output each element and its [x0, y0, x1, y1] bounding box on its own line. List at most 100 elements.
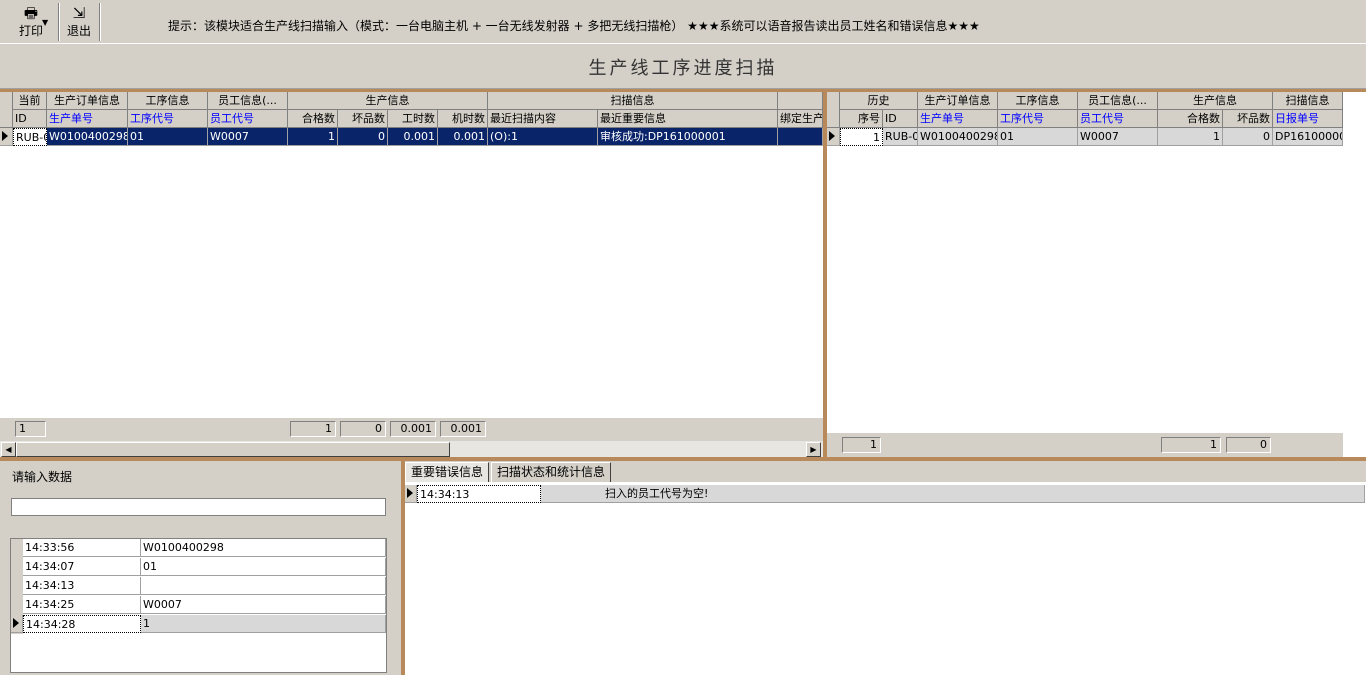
- table-cell[interactable]: 01: [128, 128, 208, 146]
- table-cell[interactable]: W0100400298: [918, 128, 998, 146]
- error-time[interactable]: 14:34:13: [417, 485, 541, 503]
- tab-important-errors[interactable]: 重要错误信息: [405, 462, 490, 482]
- table-cell[interactable]: 1: [840, 128, 883, 146]
- column-header[interactable]: 工时数: [388, 110, 438, 128]
- tab-scan-status-stats[interactable]: 扫描状态和统计信息: [491, 462, 612, 482]
- scrollbar-thumb[interactable]: [16, 442, 450, 457]
- grid-footer: 1 1 0: [827, 433, 1343, 457]
- column-header[interactable]: 合格数: [1158, 110, 1223, 128]
- scan-log-list[interactable]: 14:33:56 W0100400298 14:34:07 01 14:34:1…: [10, 538, 387, 673]
- footer-machine-hours-sum: 0.001: [440, 421, 486, 437]
- toolbar-separator: [99, 3, 101, 41]
- band-header: 历史: [840, 92, 918, 110]
- row-indicator[interactable]: [405, 485, 417, 503]
- scroll-left-icon[interactable]: ◀: [1, 442, 16, 457]
- band-header: 生产订单信息: [47, 92, 128, 110]
- chevron-down-icon[interactable]: ▼: [42, 18, 48, 27]
- table-cell[interactable]: RUB-0: [883, 128, 918, 146]
- hint-text: 提示：该模块适合生产线扫描输入（模式：一台电脑主机 + 一台无线发射器 + 多把…: [168, 19, 980, 33]
- horizontal-scrollbar[interactable]: ◀ ▶: [0, 440, 823, 457]
- error-grid[interactable]: 14:34:13 扫入的员工代号为空!: [405, 482, 1366, 675]
- column-header[interactable]: 坏品数: [338, 110, 388, 128]
- toolbar-separator: [58, 3, 60, 41]
- band-header: 生产订单信息: [918, 92, 998, 110]
- table-cell[interactable]: W0007: [1078, 128, 1158, 146]
- column-header[interactable]: ID: [13, 110, 47, 128]
- table-cell[interactable]: 01: [998, 128, 1078, 146]
- history-scan-grid[interactable]: 历史 生产订单信息 工序信息 员工信息(... 生产信息 扫描信息 序号 ID …: [827, 92, 1366, 457]
- column-header[interactable]: 机时数: [438, 110, 488, 128]
- row-indicator[interactable]: [0, 128, 13, 146]
- horizontal-splitter[interactable]: [0, 457, 1366, 461]
- toolbar: 🖶 打印 ▼ ⇲ 退出 提示：该模块适合生产线扫描输入（模式：一台电脑主机 + …: [0, 0, 1366, 44]
- footer-count: 1: [842, 437, 881, 453]
- band-header: 工序信息: [128, 92, 208, 110]
- column-header[interactable]: ID: [883, 110, 918, 128]
- table-cell[interactable]: 1: [1158, 128, 1223, 146]
- table-cell[interactable]: W0007: [208, 128, 288, 146]
- column-header[interactable]: 日报单号: [1273, 110, 1343, 128]
- table-cell[interactable]: [778, 128, 823, 146]
- log-value[interactable]: 01: [141, 558, 386, 576]
- table-cell[interactable]: 审核成功:DP161000001: [598, 128, 778, 146]
- band-header: 当前: [13, 92, 47, 110]
- band-header: 生产信息: [288, 92, 488, 110]
- exit-button[interactable]: ⇲ 退出: [64, 4, 94, 42]
- table-cell[interactable]: 0: [338, 128, 388, 146]
- band-header: 员工信息(...: [208, 92, 288, 110]
- printer-icon: 🖶: [23, 4, 39, 22]
- scroll-right-icon[interactable]: ▶: [806, 442, 821, 457]
- table-cell[interactable]: DP161000001: [1273, 128, 1343, 146]
- column-header[interactable]: 绑定生产: [778, 110, 823, 128]
- log-value[interactable]: W0007: [141, 596, 386, 614]
- page-title: 生产线工序进度扫描: [0, 45, 1366, 89]
- log-time[interactable]: 14:34:13: [23, 577, 141, 595]
- column-header[interactable]: 工序代号: [998, 110, 1078, 128]
- band-header: 员工信息(...: [1078, 92, 1158, 110]
- log-value[interactable]: [141, 577, 386, 595]
- row-pointer-icon: [13, 618, 19, 628]
- input-label: 请输入数据: [12, 470, 73, 484]
- log-time[interactable]: 14:34:28: [23, 615, 141, 633]
- table-cell[interactable]: W0100400298: [47, 128, 128, 146]
- exit-door-icon: ⇲: [72, 4, 86, 22]
- log-time[interactable]: 14:34:25: [23, 596, 141, 614]
- column-header[interactable]: 工序代号: [128, 110, 208, 128]
- error-message[interactable]: 扫入的员工代号为空!: [541, 485, 1365, 503]
- current-scan-grid[interactable]: 当前 生产订单信息 工序信息 员工信息(... 生产信息 扫描信息 ID 生产单…: [0, 92, 823, 457]
- row-pointer-icon: [407, 488, 413, 498]
- column-header[interactable]: 生产单号: [918, 110, 998, 128]
- band-header: 扫描信息: [1273, 92, 1343, 110]
- log-value[interactable]: 1: [141, 615, 386, 633]
- table-cell[interactable]: 0.001: [438, 128, 488, 146]
- footer-work-hours-sum: 0.001: [390, 421, 436, 437]
- footer-defective-sum: 0: [340, 421, 386, 437]
- row-pointer-icon: [2, 131, 8, 141]
- column-header[interactable]: 生产单号: [47, 110, 128, 128]
- footer-qualified-sum: 1: [290, 421, 336, 437]
- table-cell[interactable]: 0: [1223, 128, 1273, 146]
- column-header[interactable]: 员工代号: [1078, 110, 1158, 128]
- row-indicator[interactable]: [11, 615, 23, 633]
- log-time[interactable]: 14:34:07: [23, 558, 141, 576]
- log-time[interactable]: 14:33:56: [23, 539, 141, 557]
- column-header[interactable]: 最近重要信息: [598, 110, 778, 128]
- table-cell[interactable]: 0.001: [388, 128, 438, 146]
- column-header[interactable]: 最近扫描内容: [488, 110, 598, 128]
- table-cell[interactable]: 1: [288, 128, 338, 146]
- table-cell[interactable]: RUB-0: [13, 128, 47, 146]
- footer-count: 1: [15, 421, 46, 437]
- log-value[interactable]: W0100400298: [141, 539, 386, 557]
- row-indicator[interactable]: [827, 128, 840, 146]
- column-header[interactable]: 序号: [840, 110, 883, 128]
- grid-footer: 1 1 0 0.001 0.001: [0, 418, 823, 440]
- footer-qualified-sum: 1: [1161, 437, 1221, 453]
- scan-input[interactable]: [11, 498, 386, 516]
- column-header[interactable]: 员工代号: [208, 110, 288, 128]
- table-cell[interactable]: (O):1: [488, 128, 598, 146]
- band-header: 工序信息: [998, 92, 1078, 110]
- column-header[interactable]: 坏品数: [1223, 110, 1273, 128]
- column-header[interactable]: 合格数: [288, 110, 338, 128]
- band-header: 生产信息: [1158, 92, 1273, 110]
- row-pointer-icon: [829, 131, 835, 141]
